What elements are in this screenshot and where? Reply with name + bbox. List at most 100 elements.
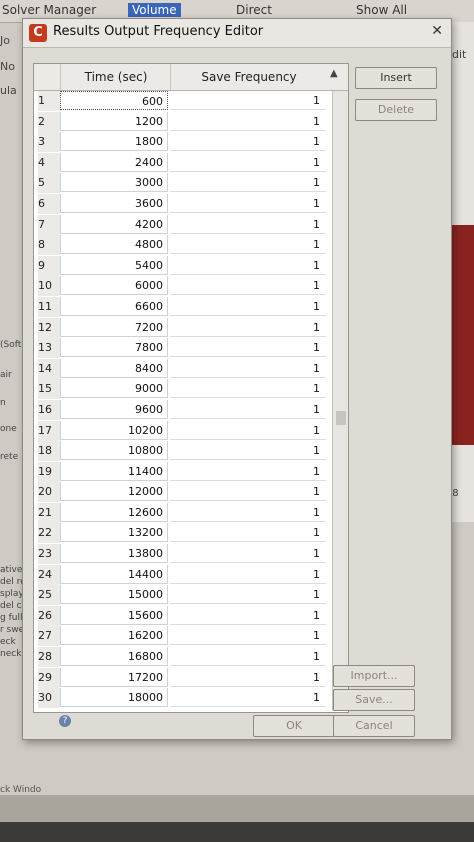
time-cell[interactable]: 16200: [60, 626, 168, 646]
cancel-button[interactable]: Cancel: [333, 715, 415, 737]
save-frequency-cell[interactable]: 1: [170, 565, 326, 584]
delete-button[interactable]: Delete: [355, 99, 437, 121]
time-cell[interactable]: 9600: [60, 399, 168, 419]
table-row[interactable]: 1 600 1: [34, 91, 332, 112]
save-frequency-cell[interactable]: 1: [170, 482, 326, 502]
time-cell[interactable]: 15600: [60, 605, 168, 625]
insert-button[interactable]: Insert: [355, 67, 437, 89]
save-frequency-cell[interactable]: 1: [170, 297, 326, 316]
save-frequency-cell[interactable]: 1: [170, 441, 326, 461]
save-frequency-cell[interactable]: 1: [170, 256, 326, 275]
time-cell[interactable]: 12000: [60, 482, 168, 502]
save-frequency-cell[interactable]: 1: [170, 668, 326, 687]
time-cell[interactable]: 600: [60, 91, 168, 110]
table-row[interactable]: 14 8400 1: [34, 358, 332, 380]
table-row[interactable]: 9 5400 1: [34, 255, 332, 277]
table-row[interactable]: 24 14400 1: [34, 564, 332, 586]
table-row[interactable]: 7 4200 1: [34, 214, 332, 236]
time-cell[interactable]: 4200: [60, 214, 168, 234]
sort-arrow-icon[interactable]: ▲: [330, 68, 338, 79]
save-frequency-cell[interactable]: 1: [170, 132, 326, 152]
save-frequency-cell[interactable]: 1: [170, 585, 326, 605]
table-row[interactable]: 26 15600 1: [34, 605, 332, 627]
save-frequency-cell[interactable]: 1: [170, 626, 326, 646]
time-cell[interactable]: 3600: [60, 193, 168, 213]
save-frequency-cell[interactable]: 1: [170, 359, 326, 378]
save-frequency-cell[interactable]: 1: [170, 462, 326, 481]
time-cell[interactable]: 10200: [60, 420, 168, 440]
table-row[interactable]: 12 7200 1: [34, 317, 332, 339]
time-cell[interactable]: 15000: [60, 585, 168, 605]
save-frequency-cell[interactable]: 1: [170, 276, 326, 296]
save-button[interactable]: Save...: [333, 689, 415, 711]
table-row[interactable]: 5 3000 1: [34, 173, 332, 194]
vertical-scrollbar[interactable]: ▼: [332, 91, 348, 711]
save-frequency-cell[interactable]: 1: [170, 688, 326, 708]
time-cell[interactable]: 6000: [60, 276, 168, 296]
time-cell[interactable]: 7800: [60, 338, 168, 358]
table-row[interactable]: 8 4800 1: [34, 235, 332, 256]
table-row[interactable]: 29 17200 1: [34, 667, 332, 689]
direct-dropdown[interactable]: Direct: [236, 3, 272, 17]
table-row[interactable]: 10 6000 1: [34, 276, 332, 297]
time-cell[interactable]: 13800: [60, 544, 168, 564]
save-frequency-cell[interactable]: 1: [170, 400, 326, 419]
volume-tab[interactable]: Volume: [128, 3, 181, 17]
import-button[interactable]: Import...: [333, 665, 415, 687]
scrollbar-thumb[interactable]: [336, 411, 346, 425]
time-cell[interactable]: 2400: [60, 152, 168, 172]
time-cell[interactable]: 18000: [60, 688, 168, 708]
time-cell[interactable]: 4800: [60, 235, 168, 255]
table-row[interactable]: 21 12600 1: [34, 502, 332, 524]
table-row[interactable]: 3 1800 1: [34, 132, 332, 153]
time-cell[interactable]: 12600: [60, 502, 168, 522]
table-row[interactable]: 18 10800 1: [34, 441, 332, 462]
table-row[interactable]: 4 2400 1: [34, 152, 332, 174]
save-frequency-cell[interactable]: 1: [170, 215, 326, 234]
table-row[interactable]: 13 7800 1: [34, 338, 332, 359]
save-frequency-cell[interactable]: 1: [170, 235, 326, 255]
column-header-time[interactable]: Time (sec): [60, 64, 171, 90]
time-cell[interactable]: 16800: [60, 647, 168, 667]
save-frequency-cell[interactable]: 1: [170, 523, 326, 543]
save-frequency-cell[interactable]: 1: [170, 173, 326, 193]
column-header-save-frequency[interactable]: Save Frequency: [170, 64, 327, 90]
table-row[interactable]: 15 9000 1: [34, 379, 332, 400]
table-row[interactable]: 22 13200 1: [34, 523, 332, 544]
save-frequency-cell[interactable]: 1: [170, 318, 326, 337]
table-row[interactable]: 30 18000 1: [34, 688, 332, 709]
time-cell[interactable]: 17200: [60, 667, 168, 687]
time-cell[interactable]: 11400: [60, 461, 168, 481]
save-frequency-cell[interactable]: 1: [170, 421, 326, 440]
time-cell[interactable]: 13200: [60, 523, 168, 543]
time-cell[interactable]: 3000: [60, 173, 168, 193]
save-frequency-cell[interactable]: 1: [170, 112, 326, 131]
save-frequency-cell[interactable]: 1: [170, 379, 326, 399]
table-row[interactable]: 17 10200 1: [34, 420, 332, 442]
table-row[interactable]: 25 15000 1: [34, 585, 332, 606]
table-row[interactable]: 20 12000 1: [34, 482, 332, 503]
dialog-titlebar[interactable]: C Results Output Frequency Editor ✕: [23, 19, 451, 48]
ok-button[interactable]: OK: [253, 715, 335, 737]
time-cell[interactable]: 14400: [60, 564, 168, 584]
time-cell[interactable]: 10800: [60, 441, 168, 461]
time-cell[interactable]: 1800: [60, 132, 168, 152]
time-cell[interactable]: 7200: [60, 317, 168, 337]
save-frequency-cell[interactable]: 1: [170, 544, 326, 564]
time-cell[interactable]: 1200: [60, 111, 168, 131]
show-all-button[interactable]: Show All: [356, 3, 407, 17]
table-row[interactable]: 27 16200 1: [34, 626, 332, 647]
table-row[interactable]: 16 9600 1: [34, 399, 332, 421]
save-frequency-cell[interactable]: 1: [170, 194, 326, 213]
time-cell[interactable]: 8400: [60, 358, 168, 378]
table-row[interactable]: 11 6600 1: [34, 296, 332, 318]
time-cell[interactable]: 5400: [60, 255, 168, 275]
save-frequency-cell[interactable]: 1: [170, 91, 326, 110]
close-icon[interactable]: ✕: [431, 23, 443, 39]
time-cell[interactable]: 6600: [60, 296, 168, 316]
table-row[interactable]: 28 16800 1: [34, 647, 332, 668]
table-row[interactable]: 19 11400 1: [34, 461, 332, 483]
save-frequency-cell[interactable]: 1: [170, 153, 326, 172]
save-frequency-cell[interactable]: 1: [170, 503, 326, 522]
table-row[interactable]: 23 13800 1: [34, 544, 332, 565]
